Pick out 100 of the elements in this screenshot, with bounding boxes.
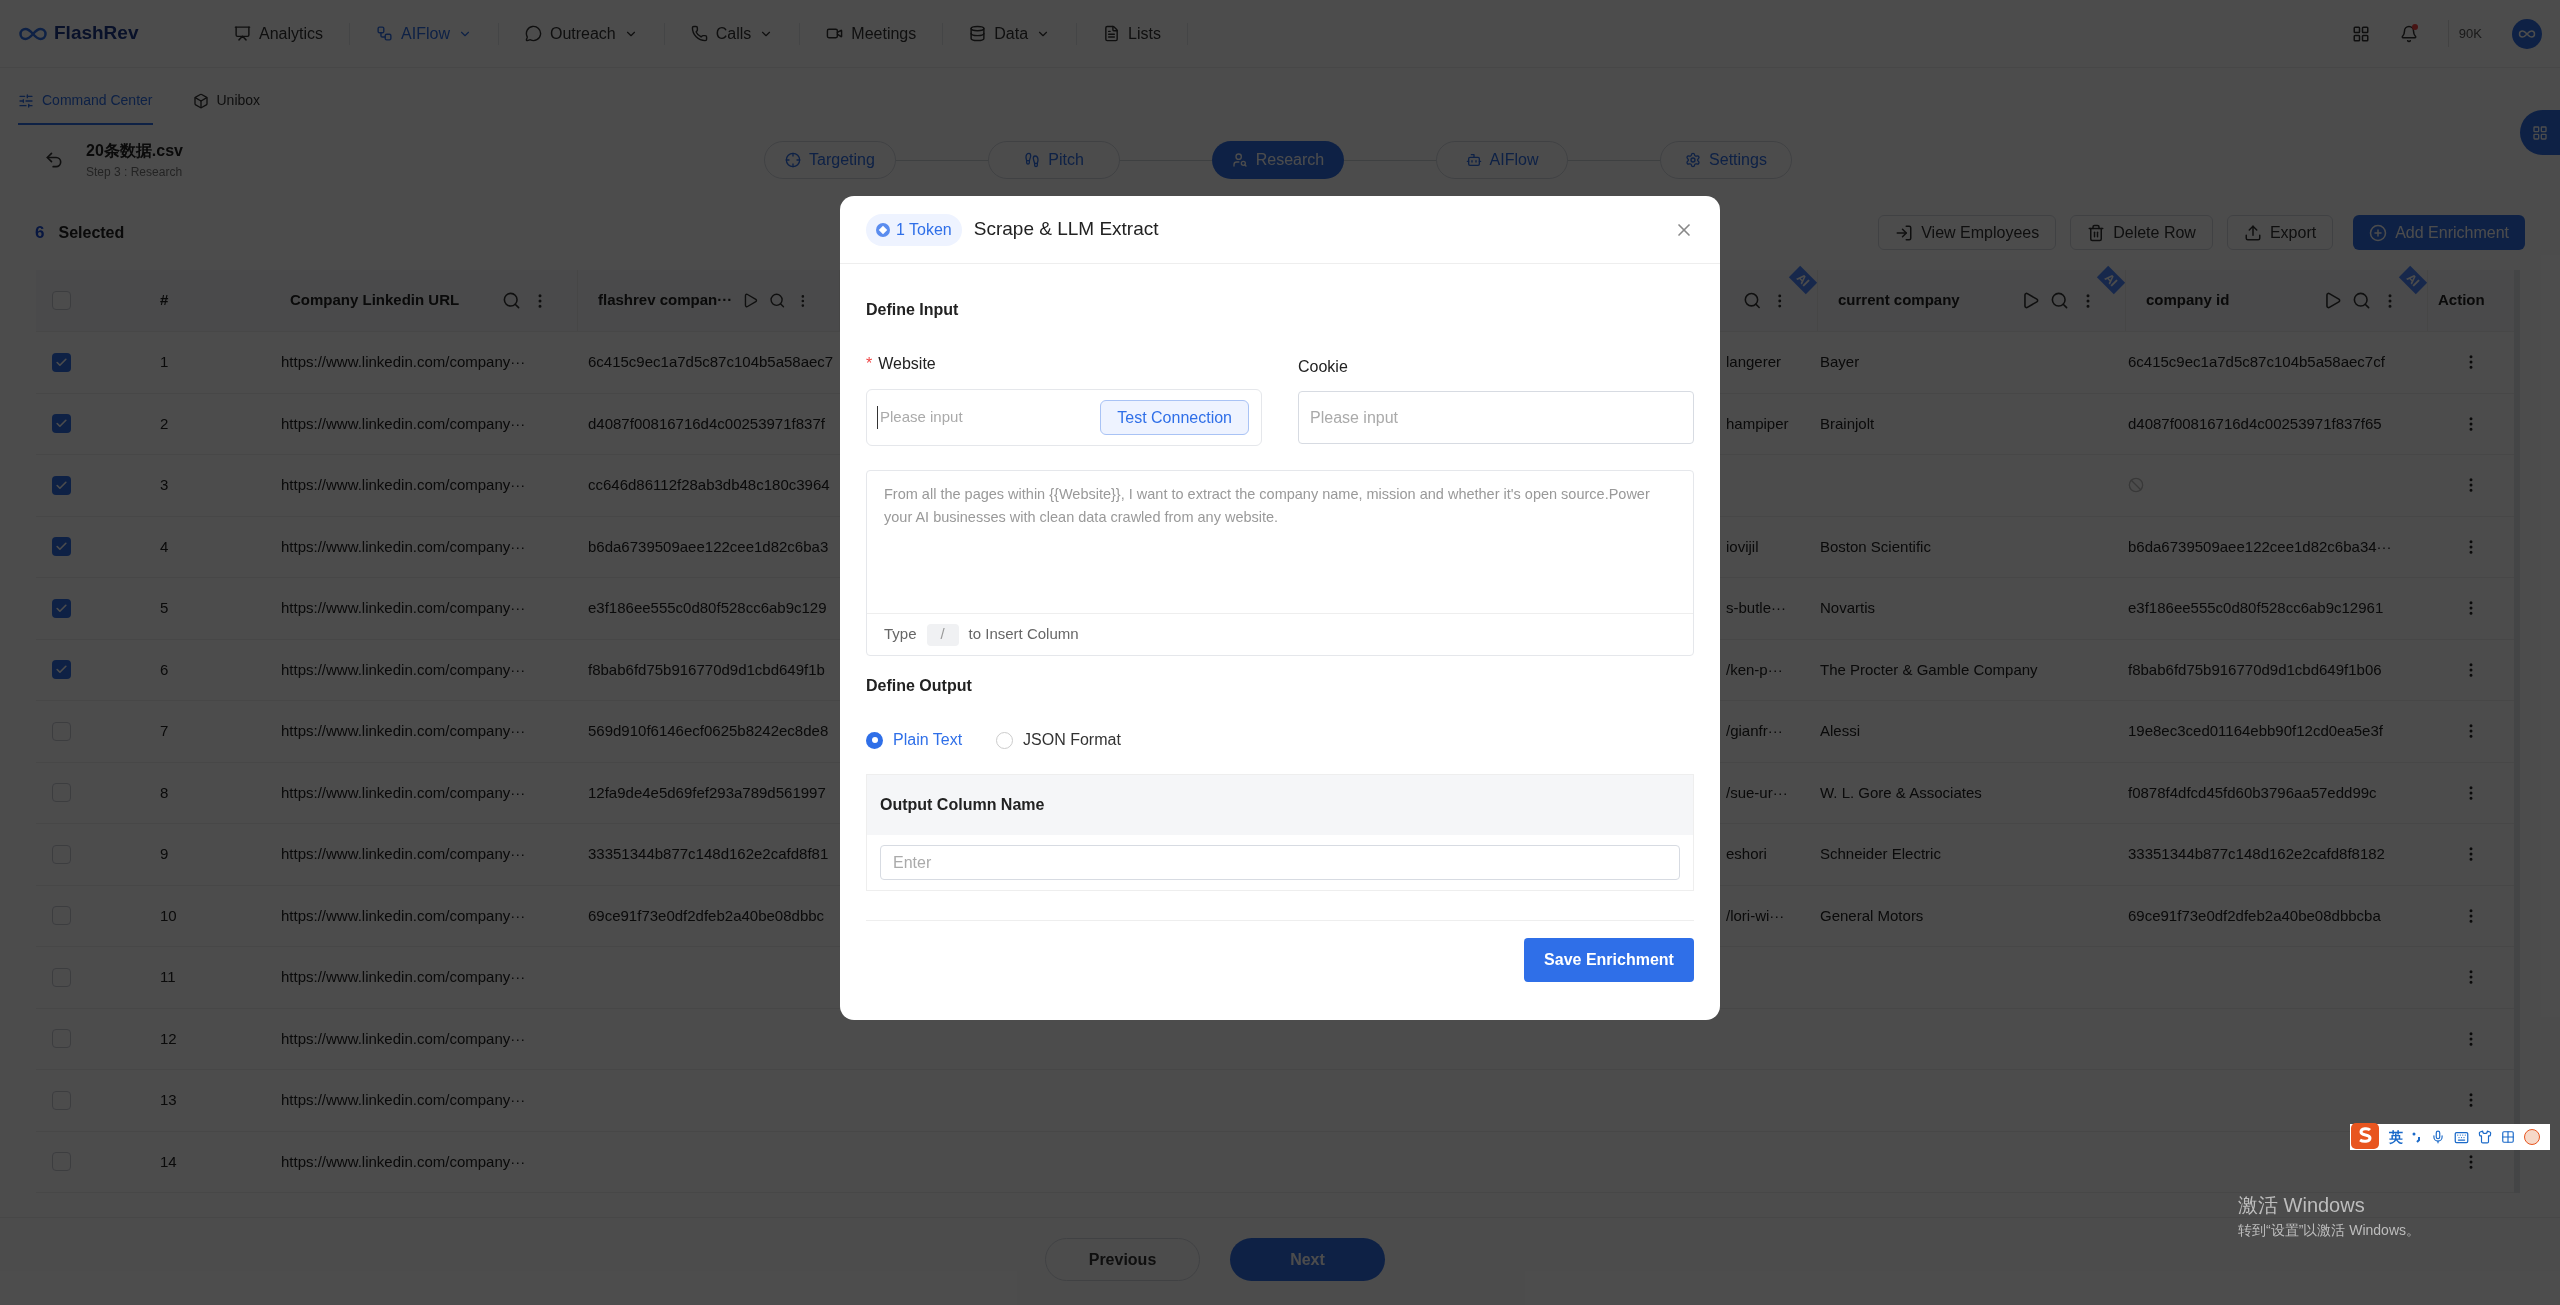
- ime-mode[interactable]: 英: [2389, 1126, 2403, 1148]
- table-cell-text: 33351344b877c148d162e2cafd8f8182: [2128, 844, 2385, 864]
- table-cell-text: https://www.linkedin.com/company···: [281, 413, 526, 434]
- activation-subtitle: 转到“设置”以激活 Windows。: [2238, 1221, 2420, 1240]
- table-cell-text: Novartis: [1820, 598, 1875, 618]
- table-cell-text: f8bab6fd75b916770d9d1cbd649f1b: [588, 659, 825, 680]
- column-header: Company Linkedin URL: [290, 290, 460, 311]
- table-cell-text: Alessi: [1820, 721, 1860, 741]
- table-cell-text: https://www.linkedin.com/company···: [281, 659, 526, 680]
- field-label: Cookie: [1298, 357, 1349, 377]
- table-cell-text: 6c415c9ec1a7d5c87c104b5a58aec7cf: [2128, 352, 2385, 372]
- cookie-field[interactable]: Please input: [1298, 391, 1694, 444]
- selected-label: Selected: [58, 222, 125, 243]
- column-header: flashrev compan···: [598, 290, 733, 311]
- table-cell-text: 12fa9de4e5d69fef293a789d561997: [588, 782, 826, 803]
- table-cell-text: 6c415c9ec1a7d5c87c104b5a58aec7: [588, 352, 834, 372]
- selected-count: 6: [35, 221, 45, 244]
- modal-title: Scrape & LLM Extract: [973, 217, 1159, 242]
- table-cell-text: Brainjolt: [1820, 413, 1875, 434]
- hint-text: to Insert Column: [968, 624, 1079, 645]
- table-cell-text: s-butle···: [1726, 598, 1786, 618]
- test-connection-button[interactable]: Test Connection: [1100, 400, 1249, 435]
- table-cell-text: https://www.linkedin.com/company···: [281, 352, 526, 372]
- table-cell-text: iovijil: [1726, 536, 1759, 557]
- table-cell-text: https://www.linkedin.com/company···: [281, 721, 526, 741]
- row-number: 11: [160, 967, 176, 987]
- table-cell-text: https://www.linkedin.com/company···: [281, 844, 526, 864]
- table-cell-text: General Motors: [1820, 905, 1924, 926]
- row-number: 9: [160, 844, 169, 864]
- table-cell-text: b6da6739509aee122cee1d82c6ba3: [588, 536, 829, 557]
- activation-title: 激活 Windows: [2238, 1193, 2366, 1218]
- table-cell-text: https://www.linkedin.com/company···: [281, 967, 526, 987]
- table-cell-text: hampiper: [1726, 413, 1789, 434]
- website-input-group[interactable]: Please input Test Connection: [866, 389, 1262, 446]
- section-title: Define Output: [866, 676, 973, 696]
- file-name: 20条数据.csv: [86, 141, 183, 161]
- table-cell-text: 69ce91f73e0df2dfeb2a40be08dbbcba: [2128, 905, 2381, 926]
- table-cell-text: https://www.linkedin.com/company···: [281, 475, 526, 495]
- format-radio[interactable]: JSON Format: [996, 728, 1121, 752]
- column-header: company id: [2146, 290, 2230, 311]
- table-cell-text: eshori: [1726, 844, 1767, 864]
- row-number: 8: [160, 782, 169, 803]
- website-field[interactable]: Please input: [877, 406, 1101, 429]
- table-cell-text: f8bab6fd75b916770d9d1cbd649f1b06: [2128, 659, 2382, 680]
- prompt-panel[interactable]: [866, 470, 1694, 656]
- save-enrichment-button[interactable]: Save Enrichment: [1524, 938, 1694, 982]
- table-cell-text: /gianfr···: [1726, 721, 1783, 741]
- table-cell-text: e3f186ee555c0d80f528cc6ab9c12961: [2128, 598, 2384, 618]
- table-cell-text: https://www.linkedin.com/company···: [281, 905, 526, 926]
- column-header: current company: [1838, 290, 1960, 311]
- table-cell-text: 69ce91f73e0df2dfeb2a40be08dbbc: [588, 905, 825, 926]
- row-number: 14: [160, 1151, 177, 1172]
- table-cell-text: /sue-ur···: [1726, 782, 1788, 803]
- slash-key: /: [926, 623, 959, 646]
- table-cell-text: https://www.linkedin.com/company···: [281, 1090, 526, 1110]
- keyboard-icon[interactable]: [2454, 1129, 2469, 1145]
- row-number: 1: [160, 352, 169, 372]
- panel-title: Output Column Name: [880, 795, 1045, 815]
- table-cell-text: langerer: [1726, 352, 1782, 372]
- shirt-icon[interactable]: [2478, 1130, 2492, 1144]
- row-number: 6: [160, 659, 169, 680]
- table-cell-text: https://www.linkedin.com/company···: [281, 598, 526, 618]
- table-cell-text: d4087f00816716d4c00253971f837f65: [2128, 413, 2382, 434]
- table-cell-text: https://www.linkedin.com/company···: [281, 536, 526, 557]
- column-name-field[interactable]: Enter: [880, 845, 1680, 880]
- grid-icon[interactable]: [2501, 1130, 2515, 1144]
- mascot-icon[interactable]: [2524, 1129, 2540, 1145]
- row-number: 13: [160, 1090, 177, 1110]
- table-cell-text: f0878f4dfcd45fd60b3796aa57edd99c: [2128, 782, 2377, 803]
- table-cell-text: Bayer: [1820, 352, 1860, 372]
- row-number: 10: [160, 905, 177, 926]
- table-cell-text: W. L. Gore & Associates: [1820, 782, 1982, 803]
- table-cell-text: 569d910f6146ecf0625b8242ec8de8: [588, 721, 829, 741]
- table-cell-text: cc646d86112f28ab3db48c180c3964: [588, 475, 830, 495]
- table-cell-text: Boston Scientific: [1820, 536, 1931, 557]
- hint-text: Type: [884, 624, 917, 645]
- table-cell-text: b6da6739509aee122cee1d82c6ba34···: [2128, 536, 2392, 557]
- table-cell-text: https://www.linkedin.com/company···: [281, 1028, 526, 1049]
- row-number: 7: [160, 721, 169, 741]
- punctuation-icon[interactable]: [2412, 1131, 2422, 1143]
- table-cell-text: https://www.linkedin.com/company···: [281, 1151, 526, 1172]
- table-cell-text: 19e8ec3ced01164ebb90f12cd0ea5e3f: [2128, 721, 2383, 741]
- column-header: Action: [2438, 290, 2485, 311]
- row-number: 2: [160, 413, 169, 434]
- table-cell-text: e3f186ee555c0d80f528cc6ab9c129: [588, 598, 827, 618]
- format-radio[interactable]: Plain Text: [866, 728, 963, 752]
- field-label: * Website: [866, 354, 937, 374]
- logo-text: FlashRev: [54, 21, 139, 46]
- table-cell-text: /ken-p···: [1726, 659, 1783, 680]
- microphone-icon[interactable]: [2431, 1130, 2445, 1144]
- row-number: 4: [160, 536, 169, 557]
- table-cell-text: The Procter & Gamble Company: [1820, 659, 2038, 680]
- table-cell-text: 33351344b877c148d162e2cafd8f81: [588, 844, 829, 864]
- prompt-field[interactable]: From all the pages within {{Website}}, I want to extract the company name, mission and whether it's open source.Power your AI businesses with clean data crawled from any website.: [867, 471, 1693, 613]
- table-cell-text: Schneider Electric: [1820, 844, 1941, 864]
- table-cell-text: d4087f00816716d4c00253971f837f: [588, 413, 825, 434]
- table-cell-text: https://www.linkedin.com/company···: [281, 782, 526, 803]
- row-number: 5: [160, 598, 169, 618]
- token-badge: 1 Token: [866, 213, 962, 246]
- column-header: #: [160, 290, 169, 311]
